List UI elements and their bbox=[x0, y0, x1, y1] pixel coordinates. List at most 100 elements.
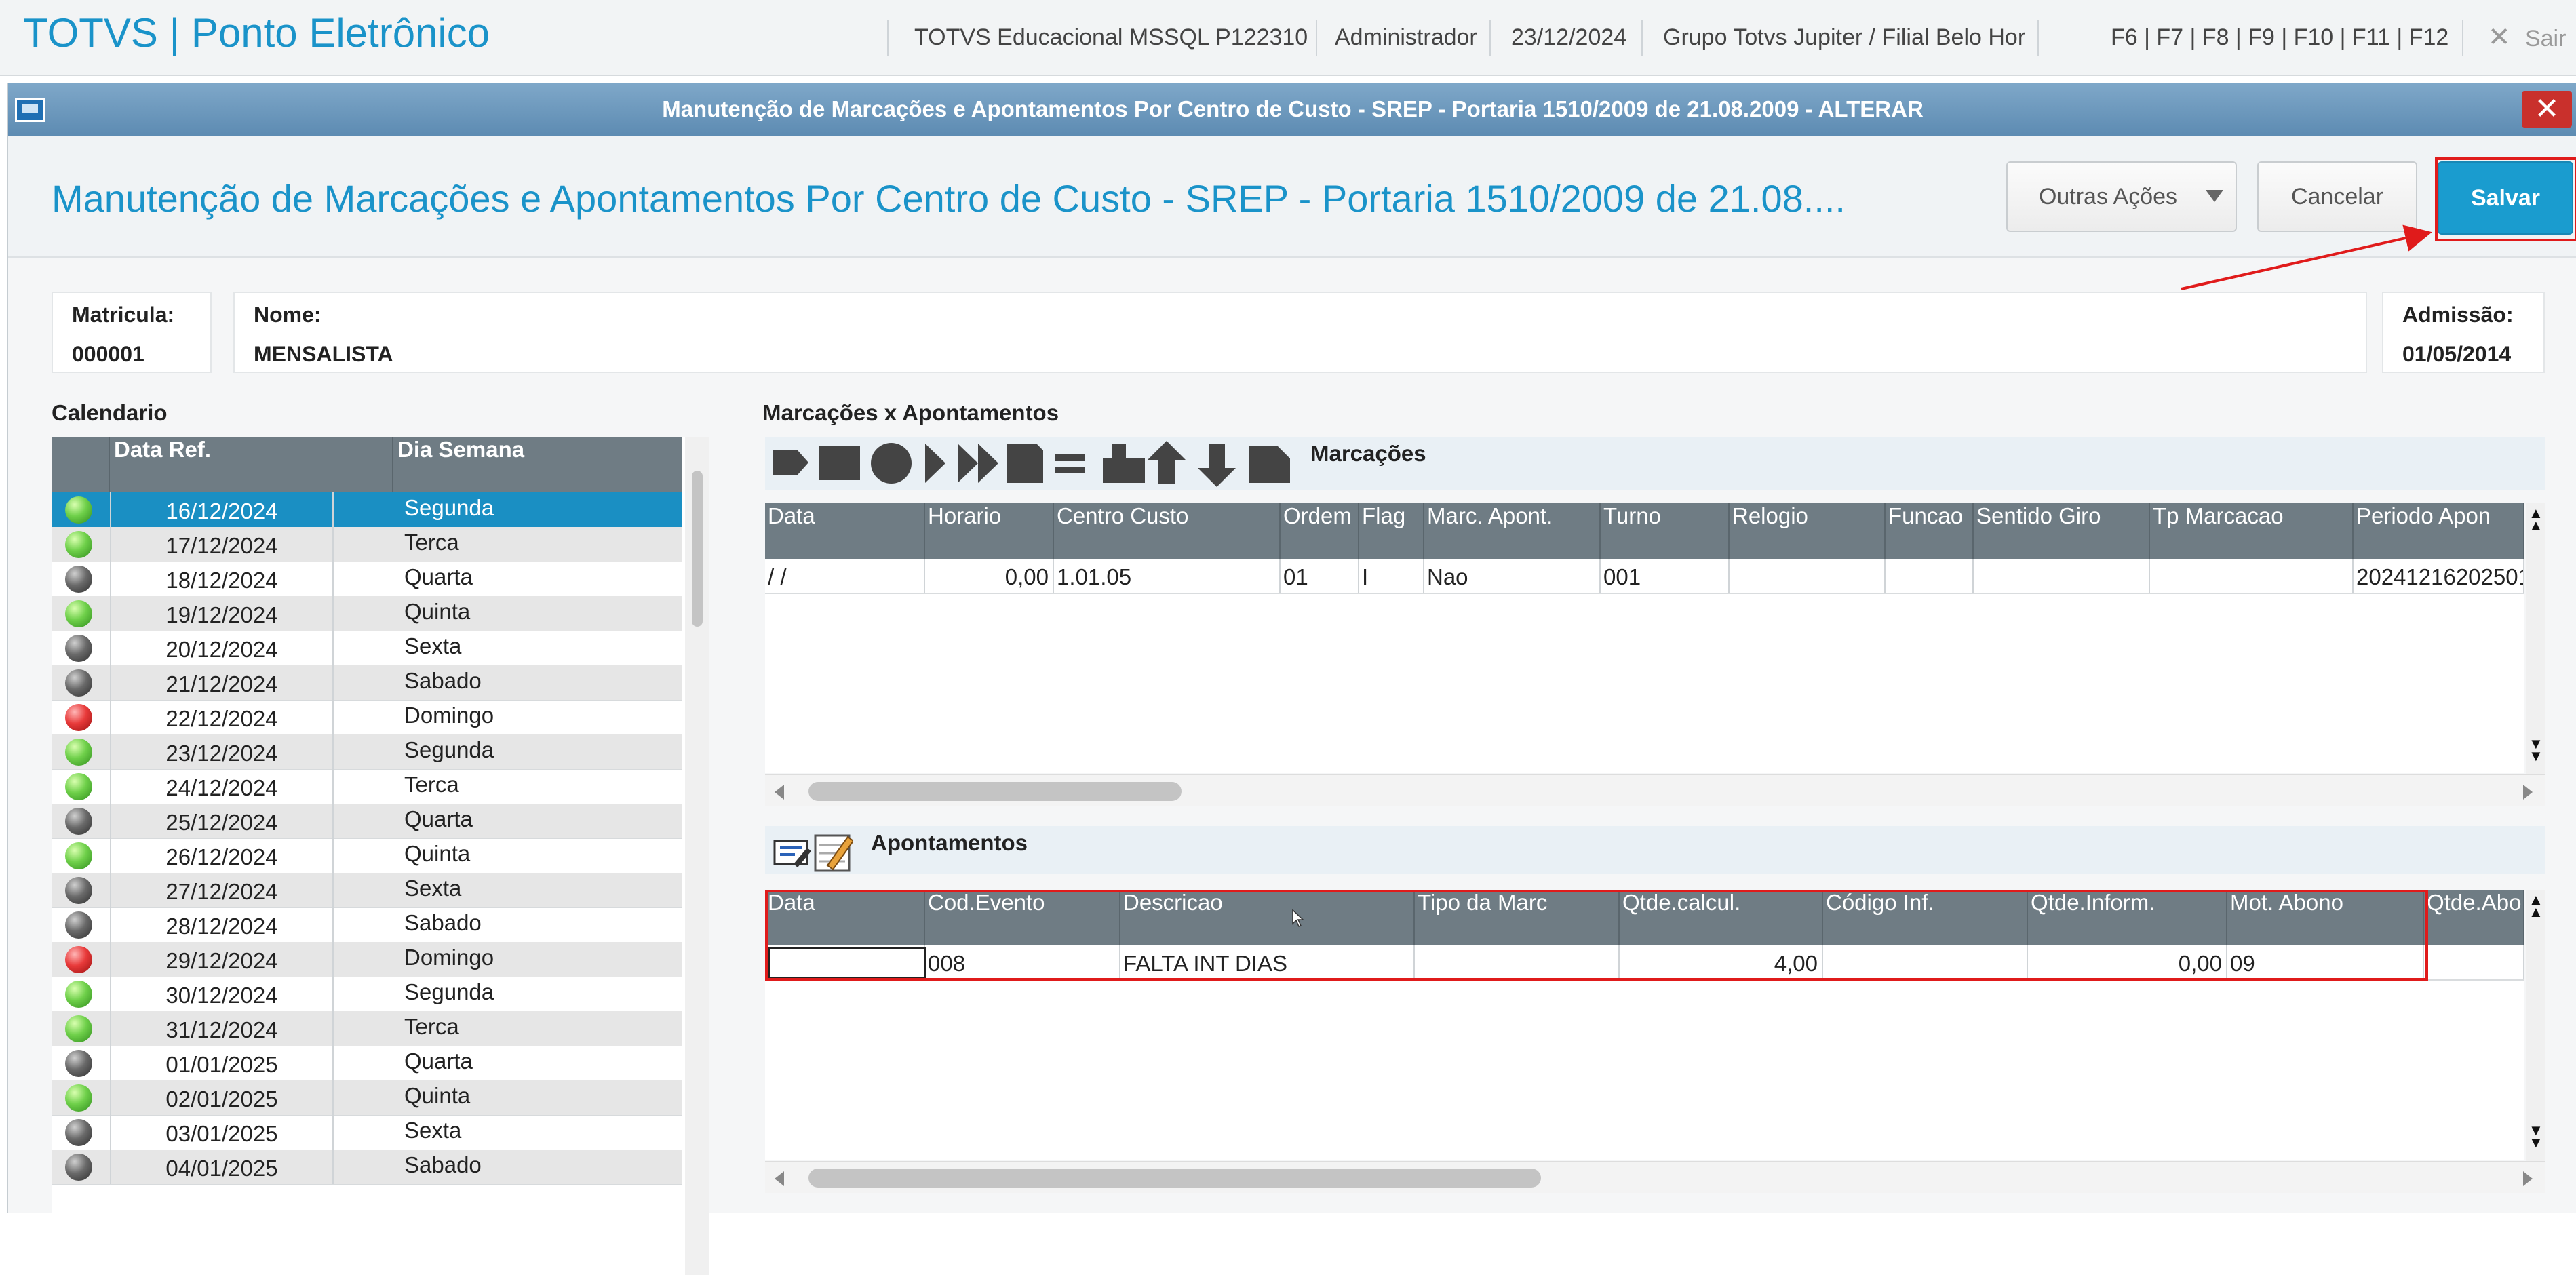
grid-cell[interactable]: 20241216202501 bbox=[2354, 559, 2524, 593]
calendar-row[interactable]: 29/12/2024 Domingo bbox=[52, 942, 682, 977]
calendar-row[interactable]: 21/12/2024 Sabado bbox=[52, 665, 682, 701]
scroll-right-icon[interactable] bbox=[2523, 1171, 2533, 1186]
scroll-bottom-icon[interactable]: ▼ ▼ bbox=[2529, 1123, 2543, 1150]
calendar-weekday: Quinta bbox=[404, 1083, 471, 1108]
scroll-right-icon[interactable] bbox=[2523, 785, 2533, 800]
calendar-row[interactable]: 19/12/2024 Quinta bbox=[52, 596, 682, 631]
grid-cell[interactable] bbox=[2150, 559, 2354, 593]
calendar-row[interactable]: 01/01/2025 Quarta bbox=[52, 1046, 682, 1081]
user-label[interactable]: Administrador bbox=[1335, 0, 1477, 75]
calendar-weekday: Terca bbox=[404, 1014, 459, 1039]
marcacoes-row[interactable]: / /0,00 1.01.05 01 I Nao 001 20241216202501 bbox=[765, 559, 2524, 594]
status-gray-icon bbox=[65, 877, 92, 904]
calendar-scrollbar[interactable] bbox=[685, 437, 709, 1275]
column-header[interactable]: Funcao bbox=[1886, 503, 1974, 559]
column-header[interactable]: Tp Marcacao bbox=[2150, 503, 2354, 559]
fast-forward-icon[interactable] bbox=[958, 444, 998, 483]
calendar-row[interactable]: 28/12/2024 Sabado bbox=[52, 907, 682, 943]
calendar-row[interactable]: 30/12/2024 Segunda bbox=[52, 977, 682, 1012]
grid-cell[interactable]: Nao bbox=[1424, 559, 1601, 593]
grid-cell[interactable]: I bbox=[1359, 559, 1424, 593]
top-bar: TOTVS | Ponto Eletrônico TOTVS Educacion… bbox=[0, 0, 2576, 76]
calendar-date: 21/12/2024 bbox=[110, 665, 334, 700]
apontamentos-vscroll[interactable]: ▲ ▲ ▼ ▼ bbox=[2526, 890, 2545, 1161]
calendar-date: 31/12/2024 bbox=[110, 1011, 334, 1046]
column-header[interactable]: Sentido Giro bbox=[1974, 503, 2150, 559]
notepad-pencil-icon[interactable] bbox=[814, 834, 853, 872]
equals-icon[interactable] bbox=[1055, 454, 1085, 461]
column-header[interactable]: Flag bbox=[1359, 503, 1424, 559]
scrollbar-thumb[interactable] bbox=[692, 471, 703, 627]
apontamentos-hscroll[interactable] bbox=[765, 1161, 2545, 1193]
apontamentos-panel-label: Apontamentos bbox=[871, 830, 1028, 855]
calendar-row[interactable]: 04/01/2025 Sabado bbox=[52, 1150, 682, 1185]
column-header[interactable]: Qtde.Abo bbox=[2424, 890, 2524, 945]
calendar-weekday: Terca bbox=[404, 530, 459, 555]
column-header[interactable]: Centro Custo bbox=[1054, 503, 1281, 559]
arrow-down-icon[interactable] bbox=[1198, 444, 1236, 487]
thumbs-icon[interactable] bbox=[1103, 444, 1145, 483]
column-header[interactable]: Turno bbox=[1601, 503, 1730, 559]
scrollbar-thumb[interactable] bbox=[808, 1169, 1541, 1188]
column-header[interactable]: Dia Semana bbox=[393, 437, 682, 492]
logout-button[interactable]: ✕ Sair bbox=[2488, 0, 2566, 75]
scroll-top-icon[interactable]: ▲ ▲ bbox=[2529, 506, 2543, 533]
status-gray-icon bbox=[65, 635, 92, 662]
matricula-field: Matricula: 000001 bbox=[52, 292, 212, 373]
arrow-up-icon[interactable] bbox=[1148, 441, 1186, 484]
play-icon[interactable] bbox=[925, 444, 945, 483]
calendar-row[interactable]: 27/12/2024 Sexta bbox=[52, 873, 682, 908]
scroll-top-icon[interactable]: ▲ ▲ bbox=[2529, 892, 2543, 920]
column-header[interactable]: Marc. Apont. bbox=[1424, 503, 1601, 559]
company-label[interactable]: Grupo Totvs Jupiter / Filial Belo Hor bbox=[1663, 0, 2025, 75]
calendar-date: 22/12/2024 bbox=[110, 700, 334, 734]
column-header[interactable]: Data Ref. bbox=[110, 437, 393, 492]
grid-cell[interactable]: 001 bbox=[1601, 559, 1730, 593]
grid-cell[interactable]: / / bbox=[765, 559, 925, 593]
calendar-row[interactable]: 16/12/2024 Segunda bbox=[52, 492, 682, 528]
calendar-row[interactable]: 31/12/2024 Terca bbox=[52, 1011, 682, 1046]
scroll-left-icon[interactable] bbox=[775, 785, 784, 800]
calendar-row[interactable]: 24/12/2024 Terca bbox=[52, 769, 682, 804]
status-gray-icon bbox=[65, 808, 92, 835]
grid-cell[interactable]: 0,00 bbox=[925, 559, 1054, 593]
document-icon[interactable] bbox=[1007, 444, 1043, 483]
arrow-right-icon[interactable] bbox=[773, 450, 808, 475]
grid-cell[interactable] bbox=[1974, 559, 2150, 593]
grid-cell[interactable] bbox=[1730, 559, 1886, 593]
calendar-row[interactable]: 23/12/2024 Segunda bbox=[52, 734, 682, 770]
calendar-row[interactable]: 18/12/2024 Quarta bbox=[52, 562, 682, 597]
column-header[interactable]: Ordem bbox=[1281, 503, 1359, 559]
status-gray-icon bbox=[65, 1050, 92, 1077]
calendar-row[interactable]: 25/12/2024 Quarta bbox=[52, 804, 682, 839]
marcacoes-vscroll[interactable]: ▲ ▲ ▼ ▼ bbox=[2526, 503, 2545, 774]
grid-cell[interactable]: 01 bbox=[1281, 559, 1359, 593]
scroll-left-icon[interactable] bbox=[775, 1171, 784, 1186]
record-icon[interactable] bbox=[871, 443, 912, 484]
column-header[interactable]: Data bbox=[765, 503, 925, 559]
close-icon: ✕ bbox=[2488, 22, 2511, 52]
calendar-row[interactable]: 22/12/2024 Domingo bbox=[52, 700, 682, 735]
column-header[interactable]: Relogio bbox=[1730, 503, 1886, 559]
column-header[interactable]: Periodo Apon bbox=[2354, 503, 2524, 559]
edit-grid-icon[interactable] bbox=[773, 840, 811, 867]
calendar-weekday: Quinta bbox=[404, 841, 471, 866]
calendar-row[interactable]: 17/12/2024 Terca bbox=[52, 527, 682, 562]
grid-cell[interactable] bbox=[2424, 945, 2524, 979]
marcacoes-hscroll[interactable] bbox=[765, 774, 2545, 806]
scroll-bottom-icon[interactable]: ▼ ▼ bbox=[2529, 737, 2543, 764]
calendar-row[interactable]: 03/01/2025 Sexta bbox=[52, 1115, 682, 1150]
grid-cell[interactable] bbox=[1886, 559, 1974, 593]
shortcut-keys[interactable]: F6 | F7 | F8 | F9 | F10 | F11 | F12 bbox=[2111, 0, 2448, 75]
column-header[interactable]: Horario bbox=[925, 503, 1054, 559]
date-label[interactable]: 23/12/2024 bbox=[1511, 0, 1626, 75]
calendar-row[interactable]: 26/12/2024 Quinta bbox=[52, 838, 682, 874]
folder-icon[interactable] bbox=[819, 446, 860, 480]
calendar-row[interactable]: 02/01/2025 Quinta bbox=[52, 1080, 682, 1116]
status-green-icon bbox=[65, 496, 92, 524]
status-gray-icon bbox=[65, 911, 92, 939]
grid-cell[interactable]: 1.01.05 bbox=[1054, 559, 1281, 593]
save-doc-icon[interactable] bbox=[1249, 446, 1290, 483]
scrollbar-thumb[interactable] bbox=[808, 782, 1182, 801]
calendar-row[interactable]: 20/12/2024 Sexta bbox=[52, 631, 682, 666]
